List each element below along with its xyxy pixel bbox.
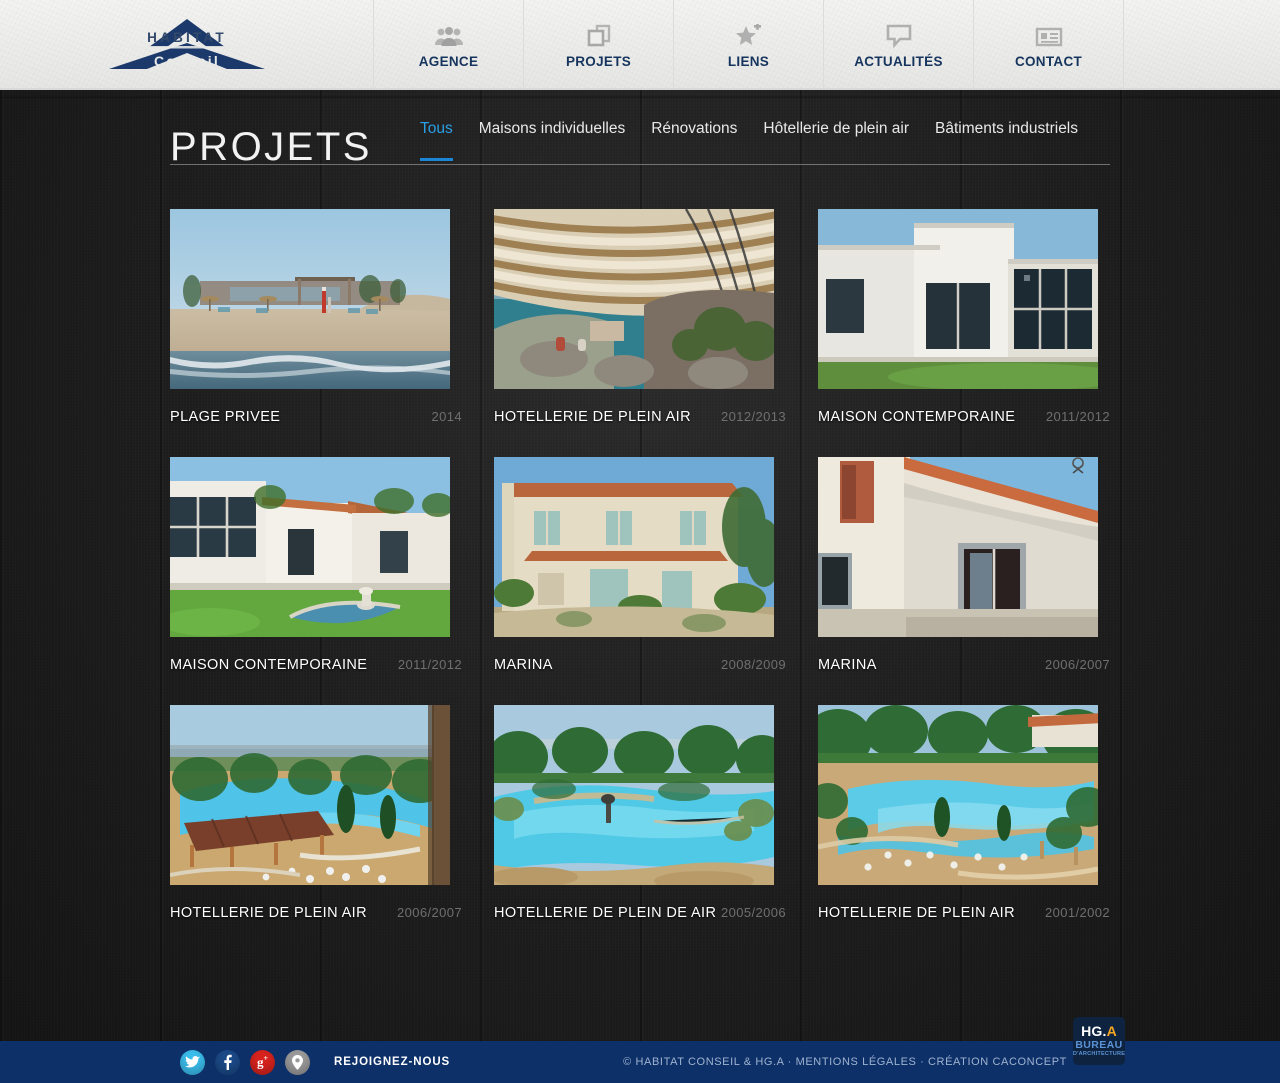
page-title: PROJETS [170, 125, 372, 169]
facebook-icon[interactable] [215, 1049, 240, 1075]
campsite-pool-aerial-image [170, 705, 450, 885]
location-pin-icon[interactable] [285, 1049, 310, 1075]
white-modern-house-image [818, 209, 1098, 389]
nav-label: PROJETS [565, 53, 632, 69]
project-year: 2001/2002 [1044, 905, 1110, 920]
hga-a: A [1106, 1022, 1117, 1039]
project-card[interactable]: MARINA 2008/2009 [494, 457, 786, 673]
nav-item-agence[interactable]: AGENCE [374, 0, 524, 88]
project-year: 2012/2013 [720, 409, 786, 424]
project-thumbnail[interactable] [494, 209, 774, 389]
project-card[interactable]: MAISON CONTEMPORAINE 2011/2012 [170, 457, 462, 673]
project-year: 2006/2007 [396, 905, 462, 920]
hga-hg: HG. [1081, 1022, 1107, 1039]
project-thumbnail[interactable] [494, 457, 774, 637]
lagoon-pool-image [494, 705, 774, 885]
svg-text:HABITAT: HABITAT [147, 30, 227, 45]
project-thumbnail[interactable] [818, 209, 1098, 389]
provencal-villa-image [494, 457, 774, 637]
pages-icon [585, 24, 613, 48]
project-title: MARINA [818, 657, 877, 673]
project-year: 2011/2012 [1045, 409, 1110, 424]
project-thumbnail[interactable] [170, 457, 450, 637]
project-thumbnail[interactable] [818, 705, 1098, 885]
project-title: HOTELLERIE DE PLEIN AIR [494, 409, 691, 425]
project-title: MAISON CONTEMPORAINE [170, 657, 368, 673]
habitat-conseil-logo[interactable]: HABITAT Conseil [107, 13, 267, 75]
project-caption: HOTELLERIE DE PLEIN DE AIR 2005/2006 [494, 905, 786, 921]
star-plus-icon [735, 23, 763, 48]
nav-label: ACTUALITÉS [854, 53, 943, 69]
project-title: HOTELLERIE DE PLEIN DE AIR [494, 905, 717, 921]
project-caption: HOTELLERIE DE PLEIN AIR 2012/2013 [494, 409, 786, 425]
project-title: MAISON CONTEMPORAINE [818, 409, 1016, 425]
project-caption: HOTELLERIE DE PLEIN AIR 2001/2002 [818, 905, 1110, 921]
project-title: HOTELLERIE DE PLEIN AIR [818, 905, 1015, 921]
svg-text:Conseil: Conseil [154, 53, 220, 69]
nav-label: LIENS [727, 53, 770, 69]
project-card[interactable]: HOTELLERIE DE PLEIN AIR 2006/2007 [170, 705, 462, 921]
project-year: 2011/2012 [397, 657, 462, 672]
main-navigation: AGENCE PROJETS LIENS ACTUALITÉS CONTACT [374, 0, 1124, 88]
filter-maisons-individuelles[interactable]: Maisons individuelles [479, 120, 625, 160]
contact-card-icon [1035, 24, 1063, 48]
project-card[interactable]: MARINA 2006/2007 [818, 457, 1110, 673]
projects-grid: PLAGE PRIVEE 2014 HOTELLERIE DE PLEIN AI… [170, 165, 1110, 921]
twitter-icon[interactable] [180, 1049, 205, 1075]
nav-item-contact[interactable]: CONTACT [974, 0, 1124, 88]
project-card[interactable]: HOTELLERIE DE PLEIN AIR 2001/2002 [818, 705, 1110, 921]
nav-item-actualites[interactable]: ACTUALITÉS [824, 0, 974, 88]
project-caption: MARINA 2006/2007 [818, 657, 1110, 673]
nav-label: CONTACT [1014, 53, 1083, 69]
project-card[interactable]: HOTELLERIE DE PLEIN AIR 2012/2013 [494, 209, 786, 425]
filter-hotellerie-plein-air[interactable]: Hôtellerie de plein air [763, 120, 909, 160]
project-year: 2014 [431, 409, 462, 424]
nav-item-liens[interactable]: LIENS [674, 0, 824, 88]
resort-pool-aerial-image [818, 705, 1098, 885]
modern-house-lawn-image [170, 457, 450, 637]
filter-renovations[interactable]: Rénovations [651, 120, 737, 160]
project-caption: PLAGE PRIVEE 2014 [170, 409, 462, 425]
project-filters: Tous Maisons individuelles Rénovations H… [420, 120, 1078, 164]
people-icon [434, 24, 464, 48]
project-caption: HOTELLERIE DE PLEIN AIR 2006/2007 [170, 905, 462, 921]
nav-label: AGENCE [418, 53, 479, 69]
wooden-canopy-pool-image [494, 209, 774, 389]
footer-copyright[interactable]: © HABITAT CONSEIL & HG.A · MENTIONS LÉGA… [410, 1056, 1280, 1068]
hga-logo-line3: D'ARCHITECTURE [1072, 1051, 1126, 1058]
project-caption: MARINA 2008/2009 [494, 657, 786, 673]
hga-logo-line2: BUREAU [1075, 1038, 1123, 1051]
project-caption: MAISON CONTEMPORAINE 2011/2012 [170, 657, 462, 673]
header-divider [170, 164, 1110, 165]
nav-item-projets[interactable]: PROJETS [524, 0, 674, 88]
site-header: HABITAT Conseil AGENCE PROJETS LIENS ACT… [0, 0, 1280, 90]
page-header-bar: PROJETS Tous Maisons individuelles Rénov… [170, 90, 1110, 169]
project-card[interactable]: MAISON CONTEMPORAINE 2011/2012 [818, 209, 1110, 425]
project-thumbnail[interactable] [170, 705, 450, 885]
google-plus-icon[interactable]: g+ [250, 1049, 275, 1075]
project-card[interactable]: HOTELLERIE DE PLEIN DE AIR 2005/2006 [494, 705, 786, 921]
project-caption: MAISON CONTEMPORAINE 2011/2012 [818, 409, 1110, 425]
filter-tous[interactable]: Tous [420, 120, 453, 161]
hga-logo[interactable]: HG.A BUREAU D'ARCHITECTURE [1073, 1017, 1125, 1065]
speech-bubble-icon [886, 24, 912, 48]
site-footer: g+ REJOIGNEZ-NOUS © HABITAT CONSEIL & HG… [0, 1017, 1280, 1083]
project-year: 2005/2006 [720, 905, 786, 920]
project-thumbnail[interactable] [818, 457, 1098, 637]
filter-batiments-industriels[interactable]: Bâtiments industriels [935, 120, 1078, 160]
project-year: 2008/2009 [720, 657, 786, 672]
project-year: 2006/2007 [1044, 657, 1110, 672]
villa-terracotta-roof-image [818, 457, 1098, 637]
project-thumbnail[interactable] [494, 705, 774, 885]
main-content: PROJETS Tous Maisons individuelles Rénov… [0, 90, 1280, 921]
project-title: PLAGE PRIVEE [170, 409, 281, 425]
hga-logo-line1: HG.A [1081, 1024, 1117, 1038]
logo-cell[interactable]: HABITAT Conseil [0, 0, 374, 88]
project-title: HOTELLERIE DE PLEIN AIR [170, 905, 367, 921]
project-title: MARINA [494, 657, 553, 673]
project-card[interactable]: PLAGE PRIVEE 2014 [170, 209, 462, 425]
logo-icon: HABITAT Conseil [108, 19, 265, 69]
beach-pavilion-image [170, 209, 450, 389]
project-thumbnail[interactable] [170, 209, 450, 389]
